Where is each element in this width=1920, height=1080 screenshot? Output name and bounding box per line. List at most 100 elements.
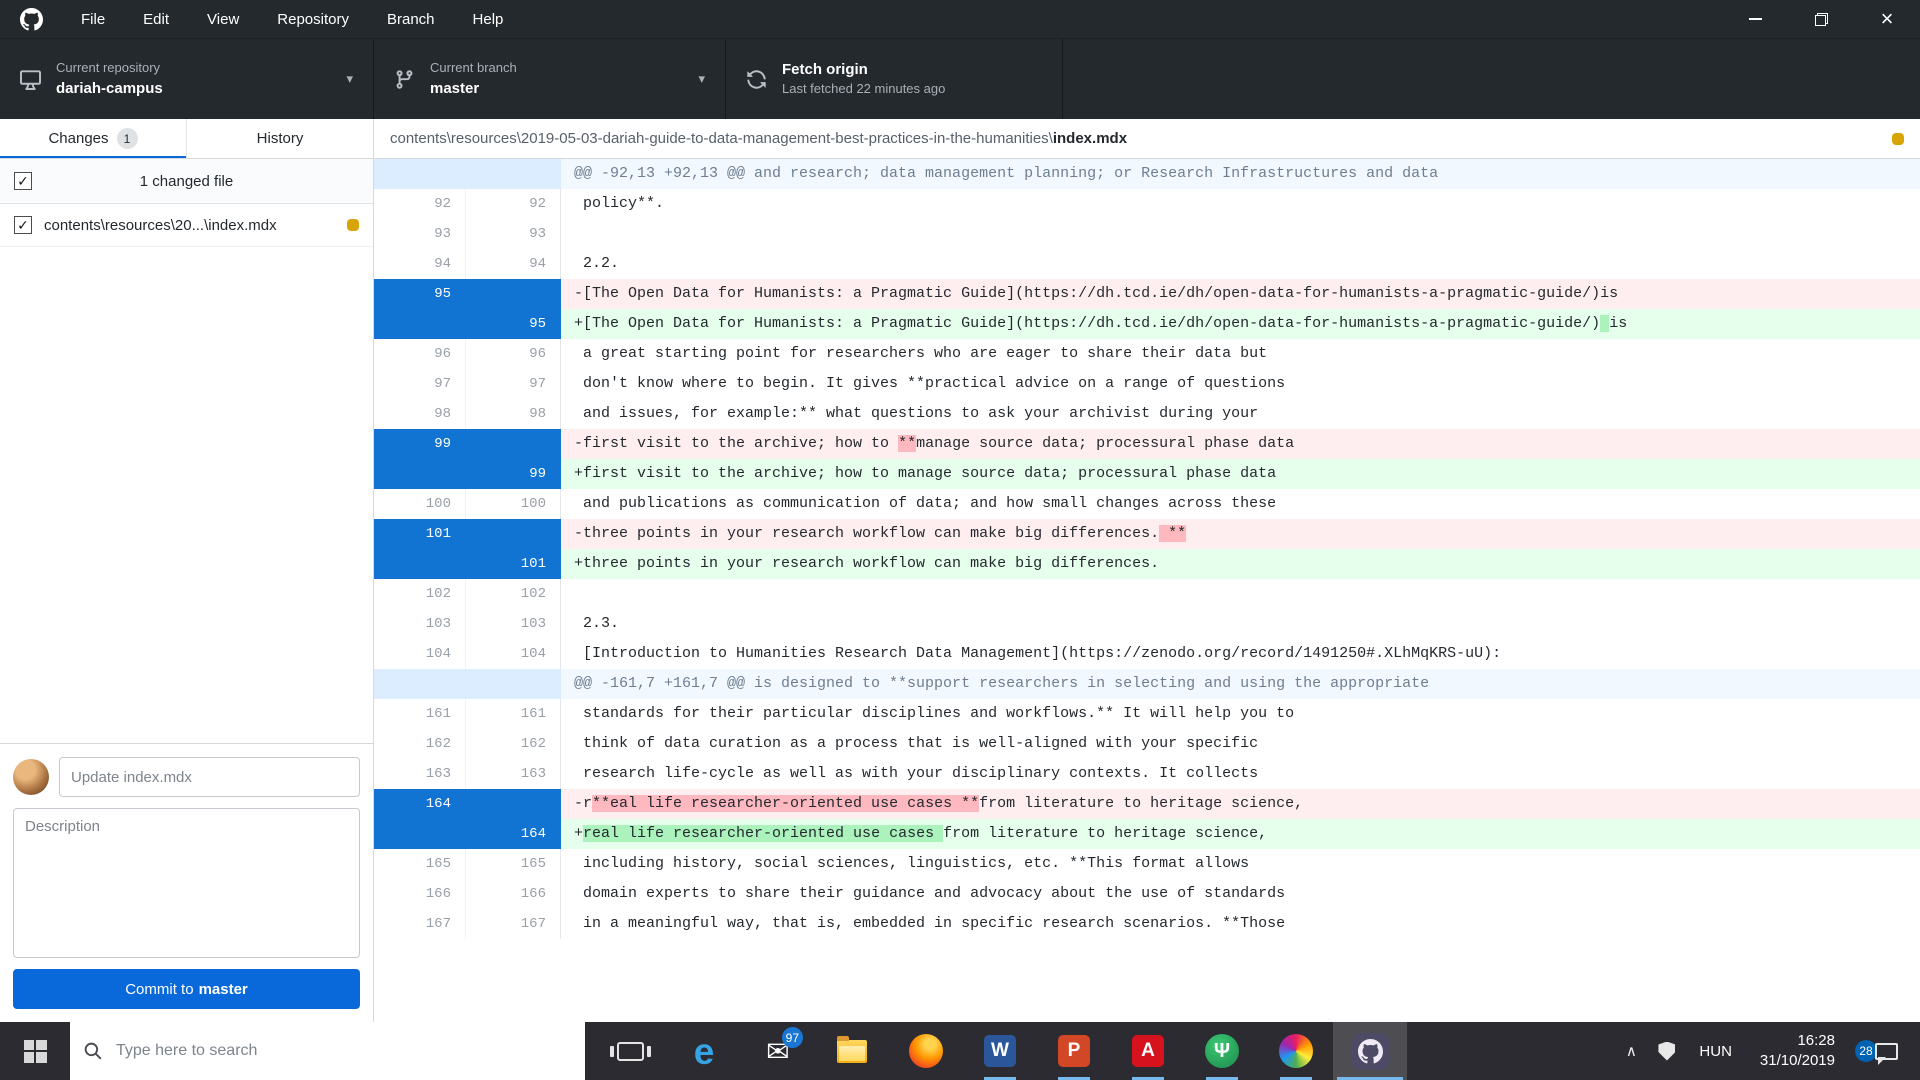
new-line-number [466, 159, 561, 189]
new-line-number[interactable] [466, 519, 561, 549]
new-line-number[interactable]: 102 [466, 579, 561, 609]
restore-button[interactable] [1788, 0, 1854, 38]
krita-icon[interactable] [1259, 1022, 1333, 1080]
tab-changes[interactable]: Changes 1 [0, 119, 187, 158]
current-branch-button[interactable]: Current branch master ▾ [374, 39, 726, 119]
old-line-number[interactable]: 162 [374, 729, 466, 759]
commit-summary-input[interactable] [59, 757, 360, 797]
menu-item-file[interactable]: File [62, 0, 124, 38]
new-line-number[interactable]: 94 [466, 249, 561, 279]
new-line-number[interactable]: 97 [466, 369, 561, 399]
firefox-icon [909, 1034, 943, 1068]
new-line-number[interactable]: 98 [466, 399, 561, 429]
select-all-checkbox[interactable]: ✓ [14, 172, 32, 190]
old-line-number[interactable] [374, 459, 466, 489]
file-checkbox[interactable]: ✓ [14, 216, 32, 234]
old-line-number[interactable]: 101 [374, 519, 466, 549]
new-line-number[interactable] [466, 789, 561, 819]
mail-icon[interactable]: ✉97 [741, 1022, 815, 1080]
close-button[interactable]: × [1854, 0, 1920, 38]
old-line-number[interactable]: 103 [374, 609, 466, 639]
old-line-number[interactable]: 161 [374, 699, 466, 729]
new-line-number[interactable]: 166 [466, 879, 561, 909]
menu-item-view[interactable]: View [188, 0, 258, 38]
old-line-number[interactable]: 92 [374, 189, 466, 219]
diff-row-context: 9898 and issues, for example:** what que… [374, 399, 1920, 429]
current-repository-button[interactable]: Current repository dariah-campus ▾ [0, 39, 374, 119]
tab-history-label: History [257, 130, 304, 147]
mail-badge: 97 [782, 1027, 803, 1048]
menu-item-branch[interactable]: Branch [368, 0, 454, 38]
old-line-number[interactable]: 167 [374, 909, 466, 939]
menu-item-help[interactable]: Help [454, 0, 523, 38]
github-desktop-icon[interactable] [1333, 1022, 1407, 1080]
new-line-number[interactable] [466, 429, 561, 459]
new-line-number[interactable]: 167 [466, 909, 561, 939]
notification-count-badge: 28 [1855, 1040, 1877, 1062]
restore-icon [1815, 13, 1828, 26]
tray-expand-chevron-icon[interactable]: ∧ [1614, 1042, 1648, 1060]
edge-icon[interactable]: e [667, 1022, 741, 1080]
file-explorer-icon[interactable] [815, 1022, 889, 1080]
new-line-number[interactable]: 101 [466, 549, 561, 579]
word-icon[interactable]: W [963, 1022, 1037, 1080]
language-indicator[interactable]: HUN [1685, 1043, 1746, 1060]
old-line-number[interactable] [374, 819, 466, 849]
diff-row-added: 99+first visit to the archive; how to ma… [374, 459, 1920, 489]
changed-file-name: contents\resources\20...\index.mdx [44, 217, 335, 234]
minimize-button[interactable] [1722, 0, 1788, 38]
old-line-number[interactable]: 96 [374, 339, 466, 369]
diff-row-hunk: @@ -92,13 +92,13 @@ and research; data m… [374, 159, 1920, 189]
old-line-number[interactable]: 97 [374, 369, 466, 399]
new-line-number[interactable]: 100 [466, 489, 561, 519]
changed-file-row[interactable]: ✓ contents\resources\20...\index.mdx [0, 204, 373, 247]
old-line-number[interactable]: 165 [374, 849, 466, 879]
taskbar-search[interactable] [70, 1022, 585, 1080]
menu-item-repository[interactable]: Repository [258, 0, 368, 38]
old-line-number[interactable]: 95 [374, 279, 466, 309]
powerpoint-icon[interactable]: P [1037, 1022, 1111, 1080]
fetch-origin-button[interactable]: Fetch origin Last fetched 22 minutes ago [726, 39, 1063, 119]
old-line-number[interactable] [374, 549, 466, 579]
new-line-number[interactable]: 96 [466, 339, 561, 369]
new-line-number[interactable]: 165 [466, 849, 561, 879]
old-line-number[interactable]: 98 [374, 399, 466, 429]
new-line-number[interactable]: 164 [466, 819, 561, 849]
diff-panel: contents\resources\2019-05-03-dariah-gui… [374, 119, 1920, 1022]
acrobat-reader-icon[interactable]: A [1111, 1022, 1185, 1080]
old-line-number[interactable]: 100 [374, 489, 466, 519]
task-view-icon[interactable] [593, 1022, 667, 1080]
firefox-icon[interactable] [889, 1022, 963, 1080]
new-line-number[interactable]: 104 [466, 639, 561, 669]
menu-item-edit[interactable]: Edit [124, 0, 188, 38]
diff-row-removed: 95-[The Open Data for Humanists: a Pragm… [374, 279, 1920, 309]
new-line-number[interactable]: 99 [466, 459, 561, 489]
old-line-number[interactable]: 102 [374, 579, 466, 609]
old-line-number[interactable]: 164 [374, 789, 466, 819]
diff-file-directory: contents\resources\2019-05-03-dariah-gui… [390, 130, 1053, 147]
tab-history[interactable]: History [187, 119, 373, 158]
old-line-number[interactable]: 166 [374, 879, 466, 909]
new-line-number[interactable]: 161 [466, 699, 561, 729]
commit-to-master-button[interactable]: Commit to master [13, 969, 360, 1009]
start-button[interactable] [0, 1022, 70, 1080]
clock[interactable]: 16:28 31/10/2019 [1746, 1031, 1849, 1072]
old-line-number[interactable]: 93 [374, 219, 466, 249]
new-line-number[interactable]: 95 [466, 309, 561, 339]
gitkraken-icon[interactable]: Ψ [1185, 1022, 1259, 1080]
commit-description-textarea[interactable] [13, 808, 360, 958]
new-line-number[interactable]: 163 [466, 759, 561, 789]
new-line-number[interactable]: 92 [466, 189, 561, 219]
old-line-number[interactable]: 163 [374, 759, 466, 789]
new-line-number[interactable]: 103 [466, 609, 561, 639]
new-line-number[interactable]: 93 [466, 219, 561, 249]
taskbar-search-input[interactable] [70, 1022, 585, 1080]
old-line-number[interactable]: 99 [374, 429, 466, 459]
action-center-button[interactable]: 28 [1875, 1043, 1898, 1060]
new-line-number[interactable]: 162 [466, 729, 561, 759]
old-line-number[interactable]: 104 [374, 639, 466, 669]
old-line-number[interactable] [374, 309, 466, 339]
security-shield-icon[interactable] [1658, 1042, 1675, 1061]
new-line-number[interactable] [466, 279, 561, 309]
old-line-number[interactable]: 94 [374, 249, 466, 279]
